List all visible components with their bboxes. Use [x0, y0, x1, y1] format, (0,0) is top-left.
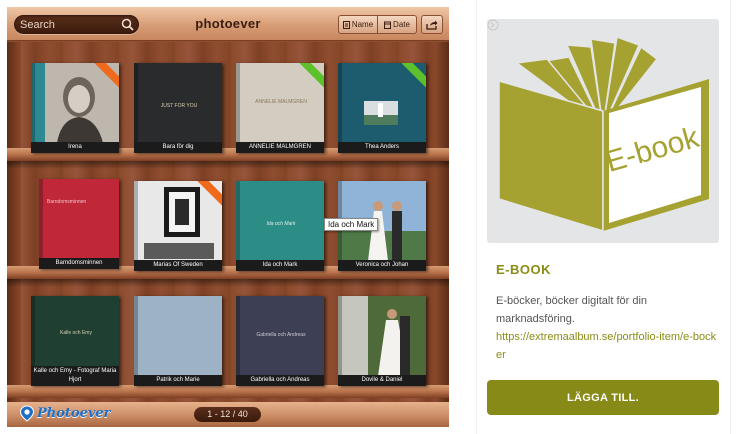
sort-toggle: Name Date [338, 15, 417, 34]
ebook-illustration: E-book [498, 35, 709, 233]
book-patrik-och-marie[interactable]: Patrik och Marie [134, 296, 222, 386]
sort-name-icon [342, 20, 350, 29]
shelf-shadow [7, 279, 449, 287]
book-spine [236, 63, 240, 153]
arrow-right-icon [487, 19, 499, 31]
book-spine [31, 63, 35, 153]
book-label: Patrik och Marie [134, 375, 222, 386]
book-label: Irena [31, 142, 119, 153]
book-dovile-daniel[interactable]: Dovile & Daniel [338, 296, 426, 386]
book-marias-of-sweden[interactable]: Marias Of Sweden [134, 181, 222, 271]
bottom-bar: Photoever 1 - 12 / 40 [7, 402, 449, 427]
book-label: Ida och Mark [236, 260, 324, 271]
photoever-logo[interactable]: Photoever [19, 405, 111, 422]
book-label: ANNELIE MALMGREN [236, 142, 324, 153]
book-label: Kalle och Emy - Fotograf Maria Hjort [31, 366, 119, 386]
sort-by-date-button[interactable]: Date [377, 16, 416, 33]
new-ribbon [400, 63, 426, 89]
product-image[interactable]: E-book [487, 19, 719, 243]
top-toolbar: photoever Name Date [7, 7, 449, 41]
book-label: Barndomsminnen [39, 258, 119, 269]
book-label: Bara för dig [134, 142, 222, 153]
page-indicator: 1 - 12 / 40 [194, 407, 261, 422]
calendar-icon [384, 21, 392, 29]
sort-by-name-button[interactable]: Name [339, 16, 377, 33]
book-label: Marias Of Sweden [134, 260, 222, 271]
book-irena[interactable]: Irena [31, 63, 119, 153]
book-spine [236, 181, 240, 271]
product-description: E-böcker, böcker digitalt för din markna… [496, 295, 648, 325]
new-ribbon [93, 63, 119, 89]
cover-title: Ida och Mark [266, 221, 296, 227]
book-label: Veronica och Johan [338, 260, 426, 271]
new-ribbon [298, 63, 324, 89]
book-spine [338, 63, 342, 153]
book-spine [236, 296, 240, 386]
shelf-board [7, 385, 449, 398]
brand-name: Photoever [37, 406, 111, 421]
book-bara-for-dig[interactable]: JUST FOR YOU Bara för dig [134, 63, 222, 153]
cover-title: ANNELIE MALMGREN [255, 99, 307, 105]
book-gabriella-och-andreas[interactable]: Gabriella och Andreas Gabriella och Andr… [236, 296, 324, 386]
sort-name-label: Name [351, 20, 374, 29]
book-label: Thea Anders [338, 142, 426, 153]
new-ribbon [196, 181, 222, 207]
book-spine [134, 296, 138, 386]
bookshelf-app: photoever Name Date [7, 7, 449, 427]
book-barndomsminnen[interactable]: Barndomsminnen Barndomsminnen [39, 179, 119, 269]
book-spine [134, 63, 138, 153]
couple-photo [338, 296, 426, 386]
cover-title: Kalle och Emy [60, 330, 92, 336]
book-spine [134, 181, 138, 271]
share-button[interactable] [421, 15, 443, 34]
book-thea-anders[interactable]: Thea Anders [338, 63, 426, 153]
cover-title: JUST FOR YOU [160, 103, 198, 109]
product-title: E-BOOK [496, 262, 551, 277]
book-kalle-och-emy[interactable]: Kalle och Emy Kalle och Emy - Fotograf M… [31, 296, 119, 386]
product-card: E-book E-BOOK E-böcker, böcker digitalt … [476, 0, 731, 434]
sort-date-label: Date [393, 20, 410, 29]
product-link[interactable]: https://extremaalbum.se/portfolio-item/e… [496, 328, 721, 364]
book-label: Gabriella och Andreas [236, 375, 324, 386]
location-pin-icon [19, 405, 35, 422]
book-tooltip: Ida och Mark [324, 218, 379, 231]
cover-title: Barndomsminnen [47, 199, 87, 205]
book-label: Dovile & Daniel [338, 375, 426, 386]
book-annelie-malmgren[interactable]: ANNELIE MALMGREN ANNELIE MALMGREN [236, 63, 324, 153]
book-spine [39, 179, 43, 269]
book-ida-och-mark[interactable]: Ida och Mark Ida och Mark [236, 181, 324, 271]
add-to-cart-button[interactable]: LÄGGA TILL. [487, 380, 719, 415]
book-spine [338, 296, 342, 386]
share-icon [426, 20, 438, 30]
cover-title: Gabriella och Andreas [256, 332, 306, 338]
shelf-shadow [7, 161, 449, 169]
